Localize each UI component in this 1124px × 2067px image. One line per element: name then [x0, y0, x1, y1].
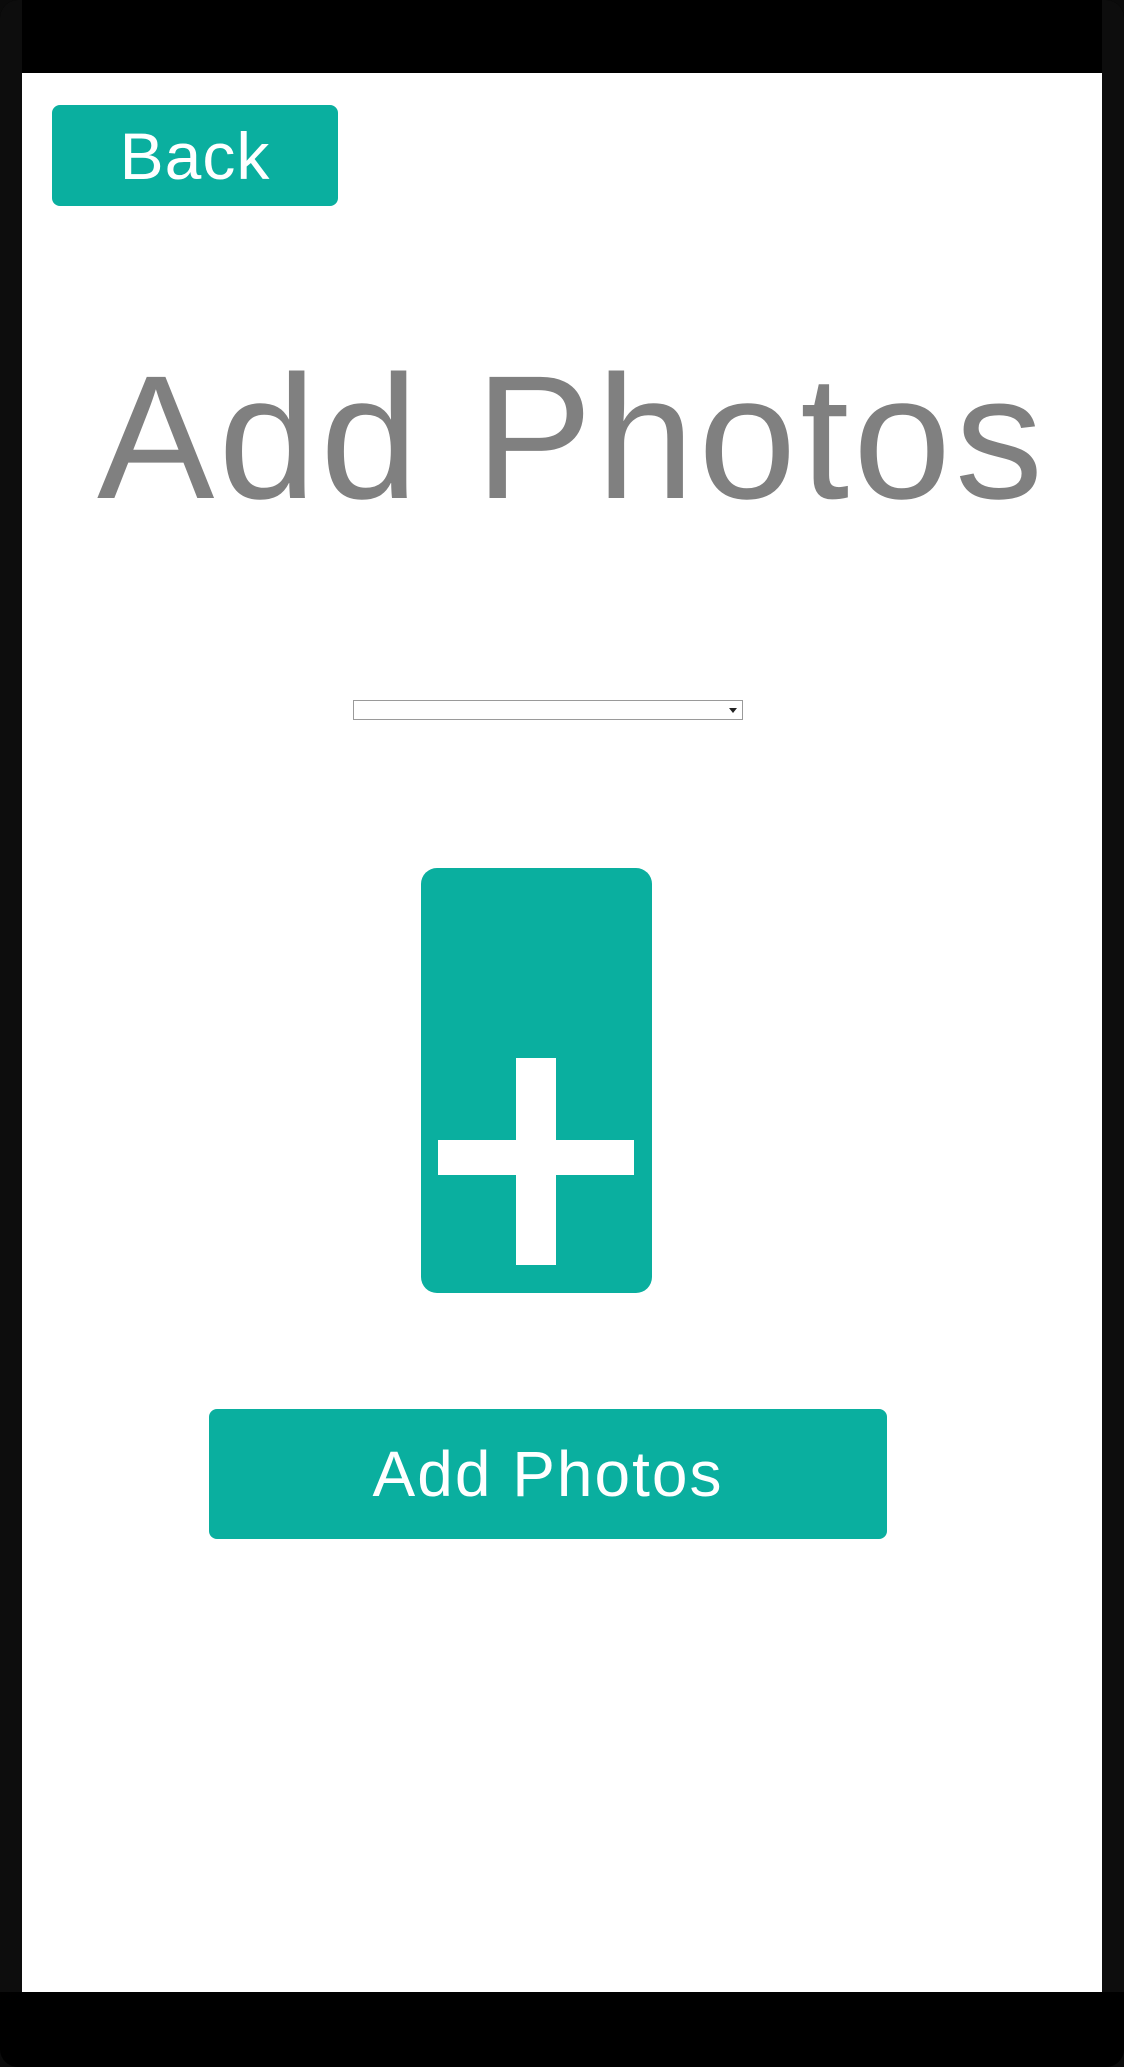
page-title: Add Photos [97, 340, 1047, 536]
device-right-edge [1102, 0, 1124, 2067]
app-screen: Back Add Photos Add Photos [22, 73, 1102, 1992]
back-button[interactable]: Back [52, 105, 338, 206]
device-left-edge [0, 0, 22, 2067]
device-bottom-bezel [0, 1992, 1124, 2067]
plus-icon-bar [438, 1140, 634, 1175]
album-select[interactable] [353, 700, 743, 720]
device-top-bezel [0, 0, 1124, 73]
add-photo-tile[interactable] [421, 868, 652, 1293]
device-frame: Back Add Photos Add Photos [0, 0, 1124, 2067]
chevron-down-icon [729, 708, 737, 713]
add-photos-button[interactable]: Add Photos [209, 1409, 887, 1539]
